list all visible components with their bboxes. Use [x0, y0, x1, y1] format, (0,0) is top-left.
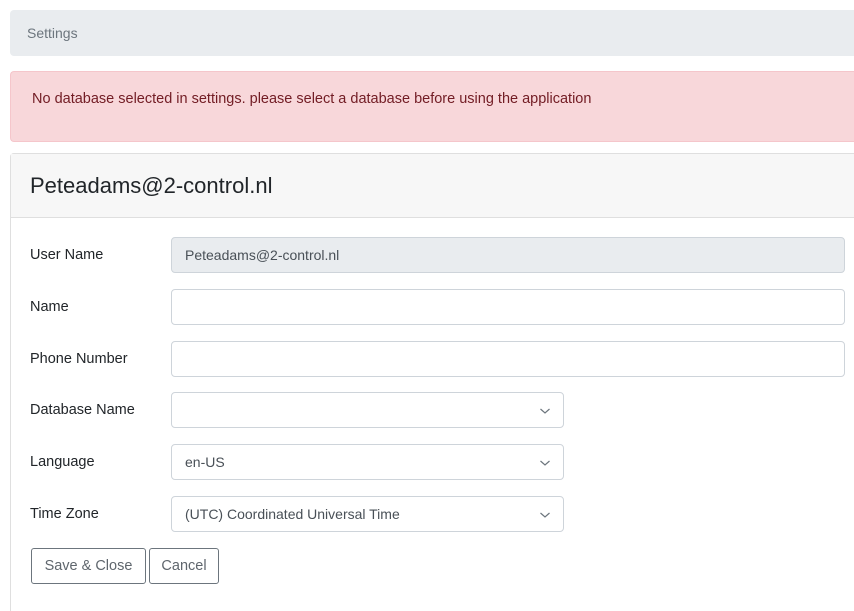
name-label: Name: [30, 299, 69, 315]
timezone-row: Time Zone (UTC) Coordinated Universal Ti…: [11, 496, 854, 532]
name-input[interactable]: [171, 289, 845, 325]
chevron-down-icon: [540, 408, 550, 414]
timezone-select[interactable]: (UTC) Coordinated Universal Time: [171, 496, 564, 532]
card-title: Peteadams@2-control.nl: [30, 172, 273, 198]
user-name-value: Peteadams@2-control.nl: [185, 247, 340, 263]
card-header: Peteadams@2-control.nl: [11, 154, 854, 218]
user-name-row: User Name Peteadams@2-control.nl: [11, 237, 854, 273]
chevron-down-icon: [540, 512, 550, 518]
language-select[interactable]: en-US: [171, 444, 564, 480]
language-value: en-US: [185, 454, 225, 470]
timezone-label: Time Zone: [30, 506, 99, 522]
chevron-down-icon: [540, 460, 550, 466]
timezone-value: (UTC) Coordinated Universal Time: [185, 506, 400, 522]
user-settings-card: Peteadams@2-control.nl User Name Peteada…: [10, 153, 854, 611]
cancel-button[interactable]: Cancel: [149, 548, 219, 584]
alert-message: No database selected in settings. please…: [32, 91, 592, 107]
save-close-button[interactable]: Save & Close: [31, 548, 146, 584]
language-label: Language: [30, 454, 95, 470]
database-select[interactable]: [171, 392, 564, 428]
breadcrumb-settings[interactable]: Settings: [27, 25, 78, 41]
phone-row: Phone Number: [11, 341, 854, 377]
language-row: Language en-US: [11, 444, 854, 480]
user-name-label: User Name: [30, 247, 104, 263]
database-label: Database Name: [30, 402, 135, 418]
breadcrumb: Settings: [10, 10, 854, 56]
phone-label: Phone Number: [30, 351, 128, 367]
name-row: Name: [11, 289, 854, 325]
user-name-field: Peteadams@2-control.nl: [171, 237, 845, 273]
no-database-alert: No database selected in settings. please…: [10, 71, 854, 142]
phone-input[interactable]: [171, 341, 845, 377]
database-row: Database Name: [11, 392, 854, 428]
